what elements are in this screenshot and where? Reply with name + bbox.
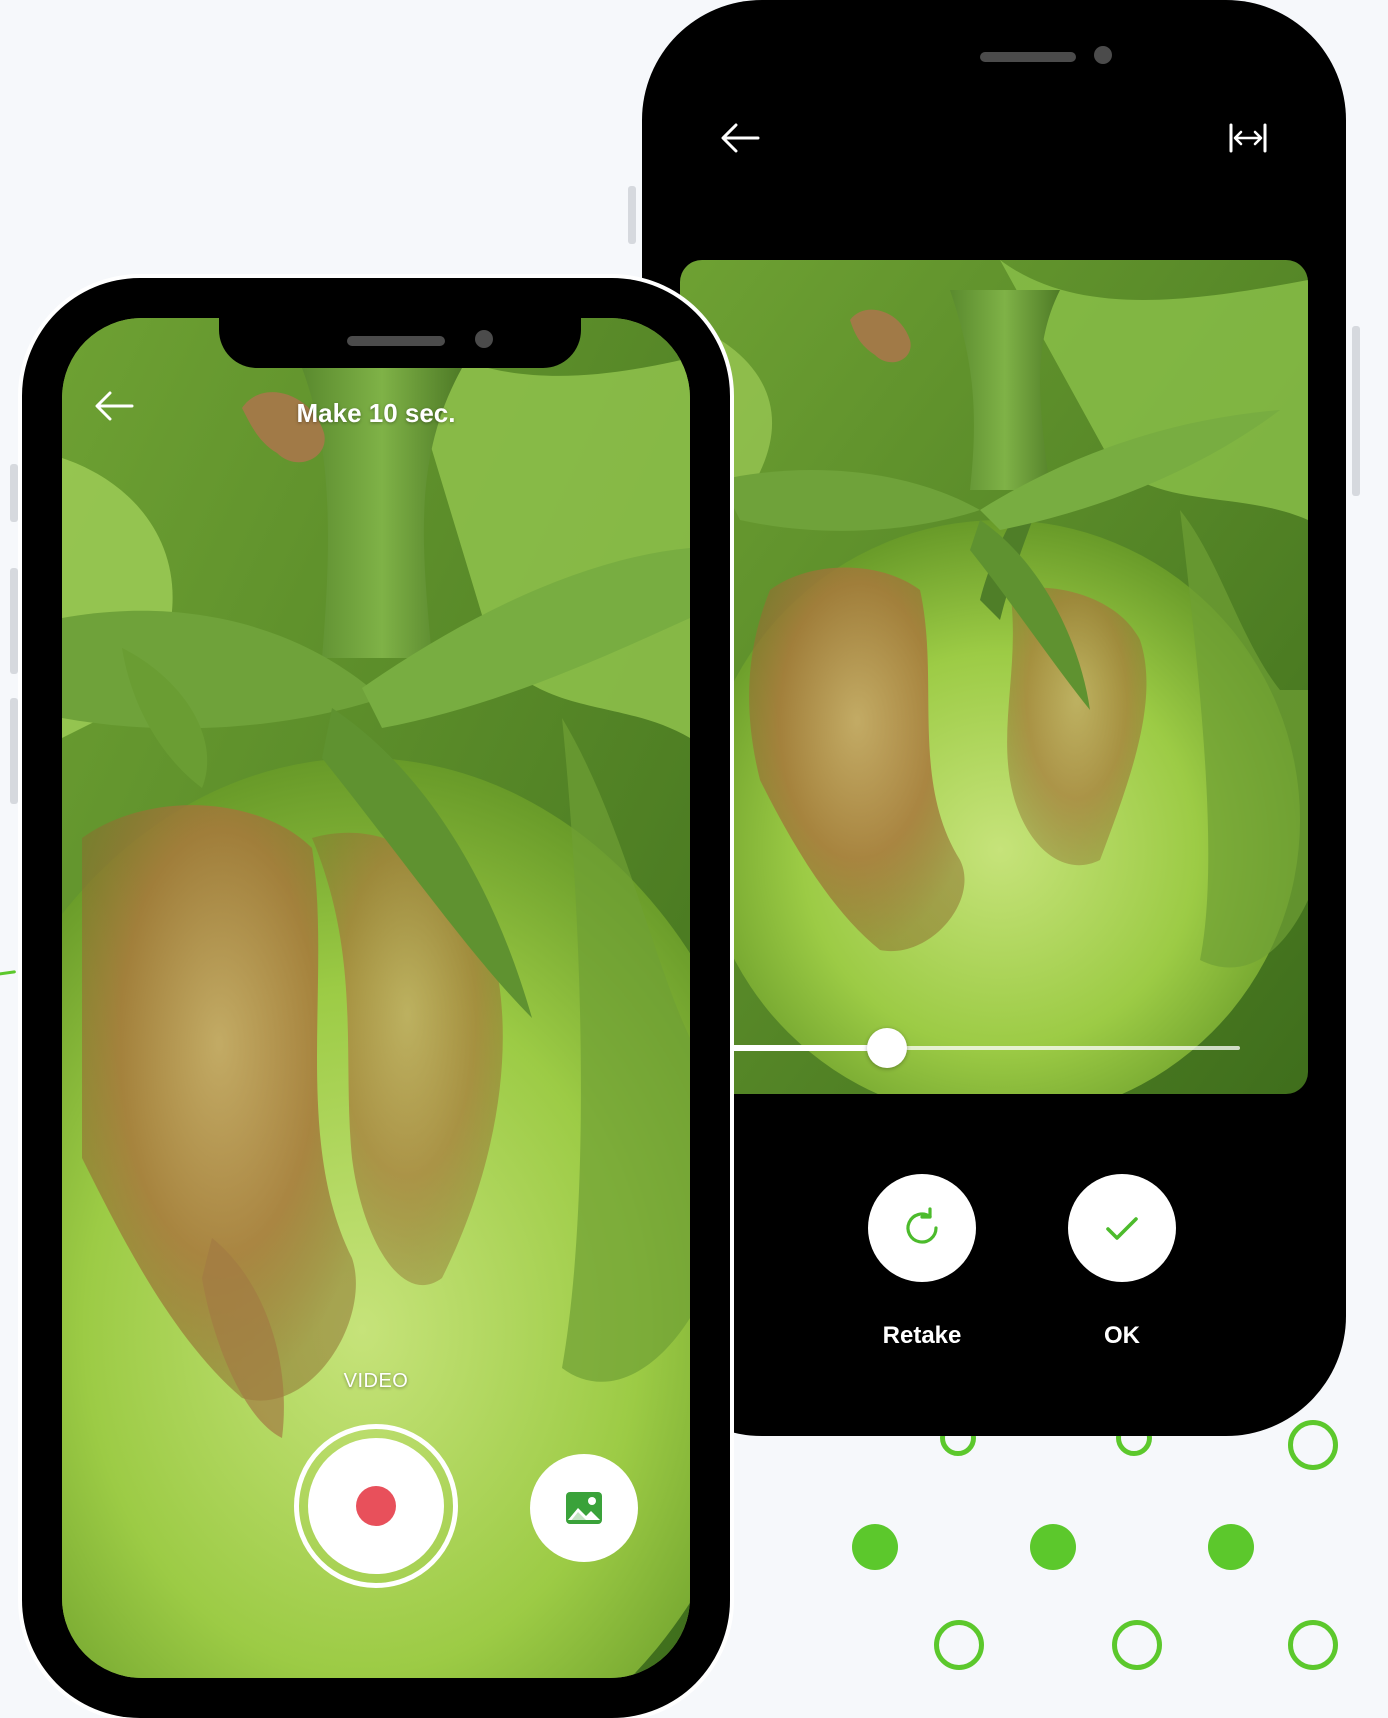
ok-button[interactable] [1068,1174,1176,1282]
decorative-filled-dot [1030,1524,1076,1570]
ok-label: OK [1104,1322,1140,1349]
decorative-filled-dot [852,1524,898,1570]
back-button[interactable] [712,110,768,166]
retake-button[interactable] [868,1174,976,1282]
arrow-left-icon [721,123,760,153]
refresh-icon [906,1207,938,1244]
ok-action[interactable]: OK [1042,1174,1202,1350]
capture-title: Make 10 sec. [296,398,456,428]
check-icon [1106,1217,1138,1240]
retake-action[interactable]: Retake [842,1174,1002,1350]
captured-photo [680,260,1308,1094]
decorative-ring-dot [1288,1620,1338,1670]
decorative-ring-dot [1288,1420,1338,1470]
tomato-photo [680,260,1308,1094]
phone-preview: Retake OK [628,0,1360,1436]
trim-slider[interactable] [680,1028,1240,1068]
retake-label: Retake [882,1322,962,1349]
phone-notch [219,318,581,368]
record-button[interactable] [294,1424,458,1588]
decorative-ring-dot [1112,1620,1162,1670]
capture-mode-label[interactable]: VIDEO [62,1370,690,1393]
phone-side-button [10,464,18,522]
notch-speaker [980,52,1076,62]
fit-width-icon [1229,123,1267,153]
preview-screen: Retake OK [680,38,1308,1398]
slider-thumb[interactable] [867,1028,907,1068]
notch-camera [475,330,493,348]
camera-screen: Make 10 sec. VIDEO [62,318,690,1678]
phone-side-button [1352,326,1360,496]
phone-side-button [10,568,18,674]
record-dot-icon [356,1486,396,1526]
phone-side-button [10,698,18,804]
notch-speaker [347,336,445,346]
record-button-inner [308,1438,444,1574]
phone-notch [856,38,1216,86]
decorative-ring-dot [934,1620,984,1670]
decorative-filled-dot [1208,1524,1254,1570]
decorative-line [0,970,17,977]
phone-camera: Make 10 sec. VIDEO [10,278,730,1718]
gallery-button[interactable] [530,1454,638,1562]
phone-side-button [628,186,636,244]
notch-camera [1094,46,1112,64]
fit-width-button[interactable] [1220,110,1276,166]
image-gallery-icon [566,1492,602,1524]
